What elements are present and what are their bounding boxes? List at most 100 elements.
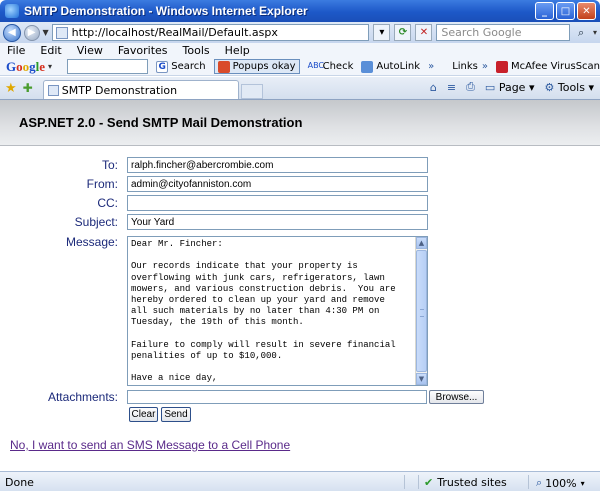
refresh-icon[interactable]: ⟳ — [394, 24, 412, 41]
links-label: Links — [452, 61, 478, 72]
security-zone[interactable]: ✔ Trusted sites — [424, 476, 507, 489]
add-favorite-icon[interactable]: ✚ — [23, 81, 33, 95]
message-text: Dear Mr. Fincher: Our records indicate t… — [131, 239, 396, 384]
spell-check-button[interactable]: ABC Check — [308, 61, 354, 73]
links-overflow-icon: » — [481, 61, 489, 72]
favorites-star-icon[interactable]: ★ — [5, 81, 17, 96]
zoom-icon: ⌕ — [536, 476, 543, 489]
address-input[interactable]: http://localhost/RealMail/Default.aspx — [51, 24, 370, 41]
menu-favorites[interactable]: Favorites — [118, 44, 168, 57]
tab-bar: ★ ✚ SMTP Demonstration ⌂ ≡ ⎙ ▭ Page ▾ ⚙ … — [0, 77, 600, 99]
tab-smtp-demonstration[interactable]: SMTP Demonstration — [42, 80, 239, 99]
ie-app-icon — [5, 4, 19, 18]
page-menu-label: Page — [498, 80, 526, 94]
menu-bar: File Edit View Favorites Tools Help — [0, 43, 600, 58]
window-title: SMTP Demonstration - Windows Internet Ex… — [24, 4, 308, 18]
from-input[interactable]: admin@cityofanniston.com — [127, 176, 428, 192]
status-separator — [528, 475, 529, 489]
autolink-button[interactable]: AutoLink — [361, 60, 420, 73]
stop-icon[interactable]: ✕ — [415, 24, 433, 41]
search-placeholder: Search Google — [441, 26, 522, 39]
mcafee-icon — [496, 60, 509, 73]
page-icon — [55, 26, 68, 39]
browse-button[interactable]: Browse... — [429, 390, 484, 404]
command-bar: ⌂ ≡ ⎙ ▭ Page ▾ ⚙ Tools ▾ — [430, 80, 594, 94]
scroll-thumb[interactable] — [416, 250, 427, 372]
zoom-dropdown-icon[interactable]: ▾ — [581, 479, 585, 488]
menu-file[interactable]: File — [7, 44, 25, 57]
cc-label: CC: — [97, 196, 118, 210]
search-icon[interactable]: ⌕ — [572, 24, 590, 41]
address-toolbar: ◀ ▶ ▼ http://localhost/RealMail/Default.… — [0, 22, 600, 43]
to-label: To: — [101, 158, 118, 172]
message-textarea[interactable]: Dear Mr. Fincher: Our records indicate t… — [127, 236, 428, 386]
subject-label: Subject: — [74, 215, 118, 229]
menu-tools[interactable]: Tools — [183, 44, 210, 57]
cc-input[interactable] — [127, 195, 428, 211]
scroll-up-icon[interactable]: ▲ — [416, 237, 427, 249]
maximize-button[interactable]: □ — [556, 2, 575, 20]
print-icon[interactable]: ⎙ — [466, 80, 475, 94]
feeds-icon[interactable]: ≡ — [447, 81, 456, 94]
tools-menu-label: Tools — [557, 80, 585, 94]
status-separator — [418, 475, 419, 489]
google-logo[interactable]: Google — [6, 59, 45, 75]
google-search-label: Search — [171, 61, 206, 72]
popups-label: Popups okay — [232, 61, 296, 72]
address-url: http://localhost/RealMail/Default.aspx — [71, 26, 278, 39]
recent-pages-dropdown[interactable]: ▼ — [43, 28, 49, 37]
minimize-button[interactable]: _ — [535, 2, 554, 20]
tab-page-icon — [47, 84, 59, 96]
attachments-input[interactable] — [127, 390, 427, 404]
menu-help[interactable]: Help — [225, 44, 250, 57]
page-menu[interactable]: ▭ Page ▾ — [485, 81, 535, 94]
page-title: ASP.NET 2.0 - Send SMTP Mail Demonstrati… — [19, 115, 303, 130]
new-tab-button[interactable] — [240, 84, 263, 99]
zoom-level: 100% — [545, 476, 577, 490]
popup-icon — [217, 60, 230, 73]
search-options-dropdown[interactable]: ▾ — [593, 28, 597, 37]
status-separator — [404, 475, 405, 489]
menu-view[interactable]: View — [77, 44, 103, 57]
send-button[interactable]: Send — [161, 407, 191, 422]
menu-edit[interactable]: Edit — [40, 44, 61, 57]
back-button[interactable]: ◀ — [3, 23, 21, 42]
status-bar: Done ✔ Trusted sites ⌕ 100% ▾ — [0, 471, 600, 491]
zoom-control[interactable]: ⌕ 100% ▾ — [536, 476, 585, 490]
spell-check-icon: ABC — [307, 60, 324, 70]
attachments-label: Attachments: — [47, 390, 118, 404]
page-header: ASP.NET 2.0 - Send SMTP Mail Demonstrati… — [0, 100, 600, 146]
page-content: ASP.NET 2.0 - Send SMTP Mail Demonstrati… — [0, 99, 600, 471]
close-button[interactable]: ✕ — [577, 2, 596, 20]
links-button[interactable]: Links » — [452, 61, 488, 72]
google-toolbar: Google ▾ G Search Popups okay ABC Check … — [0, 58, 600, 76]
address-dropdown-icon[interactable]: ▾ — [373, 24, 391, 41]
autolink-icon — [361, 60, 374, 73]
title-bar: SMTP Demonstration - Windows Internet Ex… — [0, 0, 600, 22]
google-menu-dropdown[interactable]: ▾ — [48, 62, 52, 71]
zone-label: Trusted sites — [437, 476, 507, 489]
scroll-down-icon[interactable]: ▼ — [416, 373, 427, 385]
google-g-icon: G — [156, 60, 169, 73]
page-icon: ▭ — [484, 80, 496, 94]
mcafee-label: McAfee VirusScan — [511, 61, 600, 72]
google-search-input[interactable] — [67, 59, 149, 74]
address-tools: ▾ ⟳ ✕ — [373, 24, 433, 41]
popup-blocker-button[interactable]: Popups okay — [213, 59, 300, 74]
home-icon[interactable]: ⌂ — [430, 81, 437, 94]
to-input[interactable]: ralph.fincher@abercrombie.com — [127, 157, 428, 173]
message-scrollbar[interactable]: ▲ ▼ — [415, 237, 427, 385]
tools-menu[interactable]: ⚙ Tools ▾ — [544, 81, 594, 94]
forward-button[interactable]: ▶ — [23, 24, 40, 41]
window-controls: _ □ ✕ — [535, 2, 596, 20]
check-icon: ✔ — [424, 476, 434, 489]
subject-input[interactable]: Your Yard — [127, 214, 428, 230]
toolbar-overflow-icon[interactable]: » — [428, 61, 434, 72]
mcafee-button[interactable]: McAfee VirusScan — [496, 60, 600, 73]
from-label: From: — [86, 177, 118, 191]
clear-button[interactable]: Clear — [129, 407, 158, 422]
search-input[interactable]: Search Google — [436, 24, 571, 41]
google-search-button[interactable]: G Search — [156, 60, 206, 73]
status-text: Done — [5, 476, 34, 489]
sms-link[interactable]: No, I want to send an SMS Message to a C… — [10, 438, 290, 452]
